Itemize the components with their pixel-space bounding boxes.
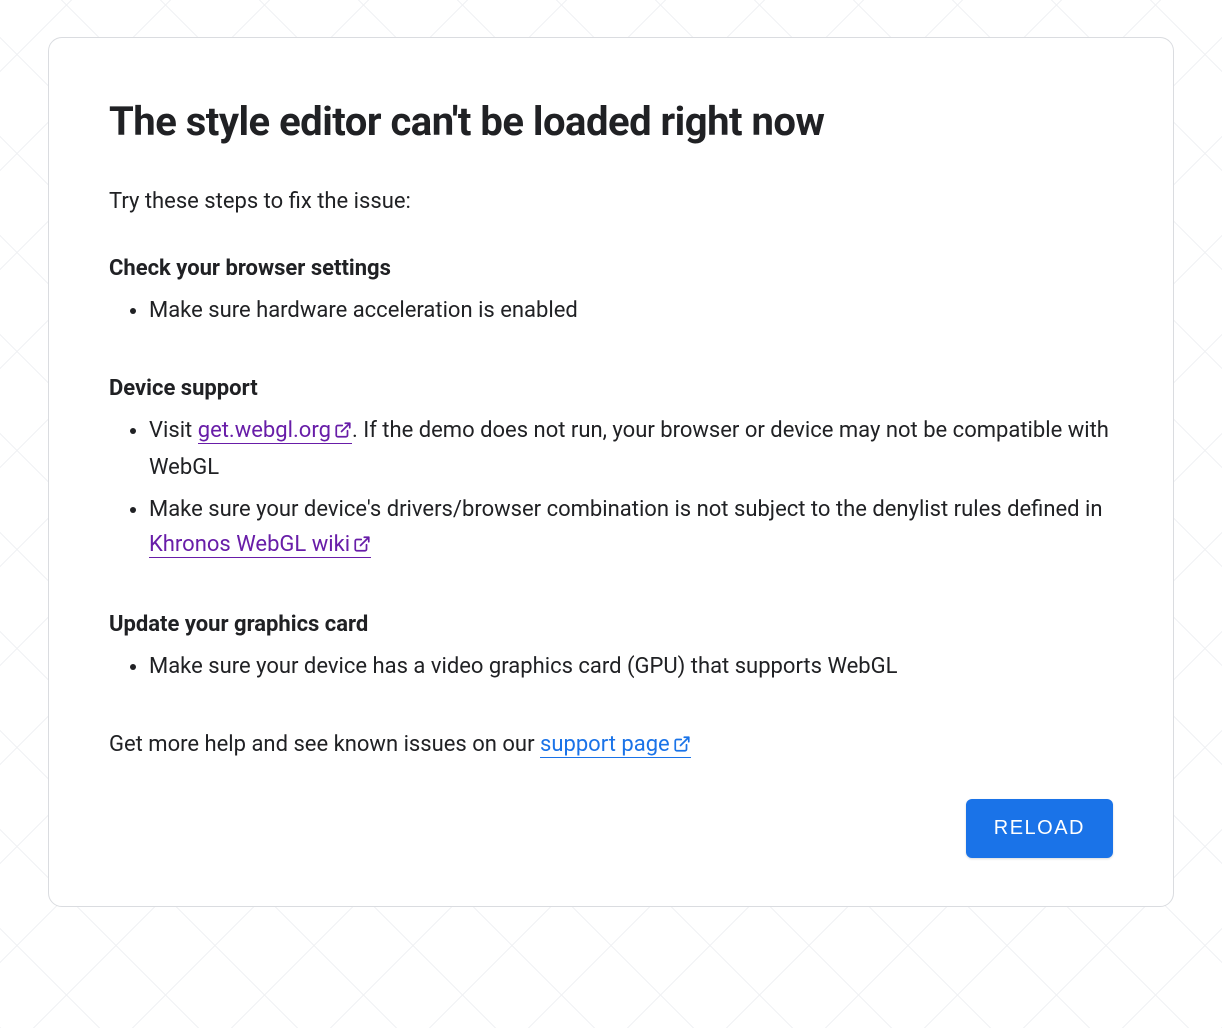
support-page-link[interactable]: support page [540, 732, 691, 758]
section-heading-graphics: Update your graphics card [109, 612, 1113, 637]
graphics-card-list: Make sure your device has a video graphi… [109, 649, 1113, 684]
browser-settings-list: Make sure hardware acceleration is enabl… [109, 293, 1113, 328]
list-item: Make sure your device's drivers/browser … [149, 492, 1113, 564]
list-item: Make sure your device has a video graphi… [149, 649, 1113, 684]
device-support-list: Visit get.webgl.org. If the demo does no… [109, 413, 1113, 564]
footer-prefix: Get more help and see known issues on ou… [109, 732, 540, 757]
footer-text: Get more help and see known issues on ou… [109, 732, 1113, 759]
page-title: The style editor can't be loaded right n… [109, 98, 1113, 145]
external-link-icon [334, 415, 352, 450]
item-text-prefix: Visit [149, 418, 198, 443]
list-item: Visit get.webgl.org. If the demo does no… [149, 413, 1113, 485]
external-link-icon [353, 529, 371, 564]
webgl-link[interactable]: get.webgl.org [198, 418, 352, 444]
section-heading-browser: Check your browser settings [109, 256, 1113, 281]
item-text-prefix: Make sure your device's drivers/browser … [149, 497, 1103, 522]
error-card: The style editor can't be loaded right n… [48, 37, 1174, 907]
section-heading-device: Device support [109, 376, 1113, 401]
external-link-icon [673, 734, 691, 759]
list-item: Make sure hardware acceleration is enabl… [149, 293, 1113, 328]
button-row: RELOAD [109, 799, 1113, 858]
reload-button[interactable]: RELOAD [966, 799, 1113, 858]
intro-text: Try these steps to fix the issue: [109, 189, 1113, 214]
khronos-wiki-link[interactable]: Khronos WebGL wiki [149, 532, 371, 558]
